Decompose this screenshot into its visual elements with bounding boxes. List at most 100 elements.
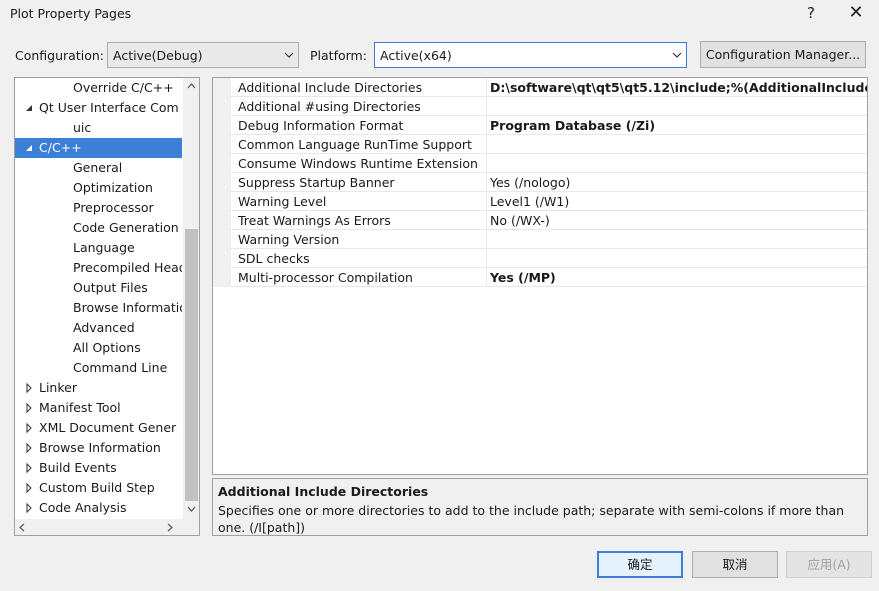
- tree-item[interactable]: Command Line: [15, 358, 182, 378]
- property-name: Suppress Startup Banner: [238, 175, 395, 190]
- column-separator: [486, 78, 487, 97]
- tree-item[interactable]: Browse Informatio: [15, 298, 182, 318]
- scroll-down-icon[interactable]: [187, 506, 196, 512]
- tree-item[interactable]: Optimization: [15, 178, 182, 198]
- tree-item-label: Preprocessor: [73, 200, 154, 215]
- property-value[interactable]: D:\software\qt\qt5\qt5.12\include;%(Addi…: [490, 80, 867, 95]
- collapsed-triangle-icon[interactable]: [24, 478, 36, 498]
- tree-item[interactable]: Qt User Interface Com: [15, 98, 182, 118]
- property-tree[interactable]: Override C/C++ Qt User Interface Com uic C/…: [14, 77, 200, 536]
- tree-item[interactable]: Code Generation: [15, 218, 182, 238]
- property-name: Debug Information Format: [238, 118, 404, 133]
- property-value[interactable]: Level1 (/W1): [490, 194, 569, 209]
- property-row[interactable]: Consume Windows Runtime Extension: [213, 154, 867, 173]
- configuration-manager-button[interactable]: Configuration Manager...: [700, 41, 866, 68]
- tree-item[interactable]: Preprocessor: [15, 198, 182, 218]
- cancel-button[interactable]: 取消: [692, 551, 778, 578]
- property-value[interactable]: Program Database (/Zi): [490, 118, 655, 133]
- collapsed-triangle-icon[interactable]: [24, 398, 36, 418]
- tree-item[interactable]: Browse Information: [15, 438, 182, 458]
- tree-item-label: XML Document Gener: [39, 420, 177, 435]
- tree-item[interactable]: Language: [15, 238, 182, 258]
- property-name: Warning Version: [238, 232, 340, 247]
- tree-item[interactable]: All Options: [15, 338, 182, 358]
- column-separator: [486, 154, 487, 173]
- scrollbar-corner: [183, 519, 199, 535]
- tree-item[interactable]: uic: [15, 118, 182, 138]
- property-row[interactable]: Warning Version: [213, 230, 867, 249]
- ok-button[interactable]: 确定: [597, 551, 683, 578]
- expanded-triangle-icon[interactable]: [24, 138, 36, 158]
- property-row[interactable]: Additional #using Directories: [213, 97, 867, 116]
- tree-item[interactable]: Build Events: [15, 458, 182, 478]
- tree-item[interactable]: General: [15, 158, 182, 178]
- tree-item-label: uic: [73, 120, 92, 135]
- property-row[interactable]: Additional Include Directories D:\softwar…: [213, 78, 867, 97]
- column-separator: [486, 97, 487, 116]
- scroll-thumb[interactable]: [185, 229, 198, 501]
- property-name: Consume Windows Runtime Extension: [238, 156, 478, 171]
- tree-item[interactable]: Override C/C++: [15, 78, 182, 98]
- tree-item[interactable]: C/C++: [15, 138, 182, 158]
- tree-item[interactable]: Manifest Tool: [15, 398, 182, 418]
- property-row[interactable]: Common Language RunTime Support: [213, 135, 867, 154]
- collapsed-triangle-icon[interactable]: [24, 438, 36, 458]
- help-button[interactable]: ?: [796, 2, 826, 24]
- tree-item-label: Command Line: [73, 360, 168, 375]
- tree-item[interactable]: Custom Build Step: [15, 478, 182, 498]
- row-gutter: [213, 78, 231, 97]
- tree-item-label: Browse Information: [39, 440, 161, 455]
- column-separator: [486, 230, 487, 249]
- tree-item-label: Build Events: [39, 460, 117, 475]
- close-button[interactable]: ✕: [841, 2, 871, 24]
- apply-button[interactable]: 应用(A): [786, 551, 872, 578]
- tree-item[interactable]: Output Files: [15, 278, 182, 298]
- property-value[interactable]: No (/WX-): [490, 213, 550, 228]
- window-title: Plot Property Pages: [10, 6, 132, 21]
- property-row[interactable]: Suppress Startup Banner Yes (/nologo): [213, 173, 867, 192]
- tree-item[interactable]: Advanced: [15, 318, 182, 338]
- scroll-left-icon[interactable]: [19, 523, 25, 532]
- property-row[interactable]: Warning Level Level1 (/W1): [213, 192, 867, 211]
- property-row[interactable]: Treat Warnings As Errors No (/WX-): [213, 211, 867, 230]
- tree-item-label: Code Generation: [73, 220, 179, 235]
- tree-item-label: Manifest Tool: [39, 400, 121, 415]
- row-gutter: [213, 173, 231, 192]
- chevron-down-icon: [284, 52, 294, 58]
- collapsed-triangle-icon[interactable]: [24, 498, 36, 518]
- property-row[interactable]: Multi-processor Compilation Yes (/MP): [213, 268, 867, 287]
- platform-dropdown[interactable]: Active(x64): [374, 42, 687, 68]
- tree-item-label: Code Analysis: [39, 500, 127, 515]
- scroll-up-icon[interactable]: [187, 83, 196, 89]
- collapsed-triangle-icon[interactable]: [24, 378, 36, 398]
- property-value[interactable]: Yes (/nologo): [490, 175, 570, 190]
- platform-label: Platform:: [310, 48, 367, 63]
- row-gutter: [213, 268, 231, 287]
- configuration-dropdown[interactable]: Active(Debug): [107, 42, 299, 68]
- property-row[interactable]: Debug Information Format Program Database…: [213, 116, 867, 135]
- collapsed-triangle-icon[interactable]: [24, 458, 36, 478]
- scroll-right-icon[interactable]: [167, 523, 173, 532]
- property-name: Multi-processor Compilation: [238, 270, 413, 285]
- description-text: Specifies one or more directories to add…: [218, 503, 845, 535]
- property-value[interactable]: Yes (/MP): [490, 270, 556, 285]
- tree-item-label: Output Files: [73, 280, 148, 295]
- expanded-triangle-icon[interactable]: [24, 98, 36, 118]
- row-gutter: [213, 97, 231, 116]
- tree-item[interactable]: XML Document Gener: [15, 418, 182, 438]
- collapsed-triangle-icon[interactable]: [24, 418, 36, 438]
- property-name: SDL checks: [238, 251, 310, 266]
- property-row[interactable]: SDL checks: [213, 249, 867, 268]
- tree-item-label: Optimization: [73, 180, 153, 195]
- chevron-down-icon: [672, 52, 682, 58]
- column-separator: [486, 135, 487, 154]
- property-name: Treat Warnings As Errors: [238, 213, 391, 228]
- tree-item[interactable]: Linker: [15, 378, 182, 398]
- tree-item[interactable]: Precompiled Head: [15, 258, 182, 278]
- tree-horizontal-scrollbar[interactable]: [15, 519, 183, 535]
- tree-item[interactable]: Code Analysis: [15, 498, 182, 518]
- tree-vertical-scrollbar[interactable]: [183, 78, 199, 519]
- column-separator: [486, 249, 487, 268]
- tree-item-label: General: [73, 160, 123, 175]
- property-grid[interactable]: Additional Include Directories D:\softwar…: [212, 77, 868, 475]
